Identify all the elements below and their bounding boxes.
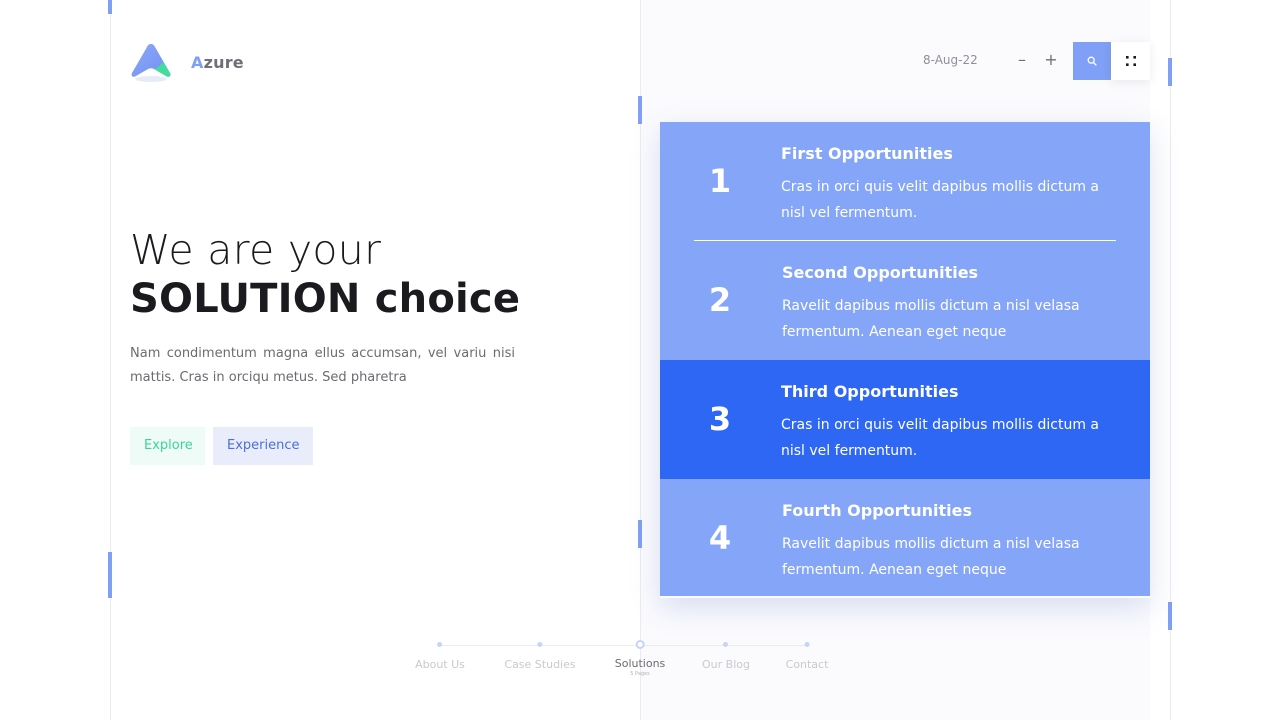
hero-description: Nam condimentum magna ellus accumsan, ve… <box>130 346 515 385</box>
bottom-nav-case-studies[interactable]: Case Studies <box>504 640 576 671</box>
bottom-nav-label: About Us <box>415 658 465 671</box>
opportunity-description: Cras in orci quis velit dapibus mollis d… <box>781 417 1099 459</box>
opportunity-number: 4 <box>708 519 732 557</box>
nav-dot-active <box>635 640 645 649</box>
accent-bar <box>638 96 642 124</box>
zoom-in-button[interactable]: + <box>1041 50 1061 70</box>
explore-button[interactable]: Explore <box>130 427 205 465</box>
nav-dot <box>537 642 543 647</box>
zoom-out-button[interactable]: – <box>1012 50 1032 70</box>
accent-bar <box>638 520 642 548</box>
bottom-nav-label: Our Blog <box>702 658 750 671</box>
brand-name: Azure <box>191 52 244 72</box>
opportunity-item-4[interactable]: 4 Fourth Opportunities Ravelit dapibus m… <box>660 479 1150 596</box>
accent-bar <box>108 0 112 14</box>
search-button[interactable] <box>1073 42 1111 80</box>
accent-bar <box>1168 58 1172 86</box>
bottom-nav-label: Solutions <box>614 657 666 670</box>
opportunity-description: Ravelit dapibus mollis dictum a nisl vel… <box>782 536 1080 578</box>
azure-logo-icon <box>131 44 171 82</box>
date-label: 8-Aug-22 <box>923 53 978 67</box>
opportunity-item-3[interactable]: 3 Third Opportunities Cras in orci quis … <box>660 360 1150 479</box>
bottom-nav-contact[interactable]: Contact <box>785 640 829 671</box>
menu-button[interactable] <box>1111 42 1150 80</box>
bottom-nav-our-blog[interactable]: Our Blog <box>702 640 750 671</box>
grid-dots-icon <box>1125 56 1136 66</box>
nav-dot <box>804 642 810 647</box>
opportunity-description: Ravelit dapibus mollis dictum a nisl vel… <box>782 298 1080 340</box>
hero-heading-line2: SOLUTION choice <box>130 276 521 322</box>
frame-line-left <box>110 0 111 720</box>
hero-heading-line1: We are your <box>130 226 382 274</box>
opportunity-number: 1 <box>708 162 732 200</box>
opportunity-title: Fourth Opportunities <box>782 501 972 520</box>
bottom-nav-label: Case Studies <box>504 658 576 671</box>
opportunity-title: Second Opportunities <box>782 263 979 282</box>
page: Azure We are your SOLUTION choice Nam co… <box>0 0 1280 720</box>
accent-bar <box>1168 602 1172 630</box>
opportunity-description: Cras in orci quis velit dapibus mollis d… <box>781 179 1099 221</box>
opportunity-number: 2 <box>708 281 732 319</box>
bottom-nav-solutions[interactable]: Solutions 5 Pages <box>614 640 666 677</box>
accent-bar <box>108 552 112 598</box>
opportunity-title: First Opportunities <box>781 144 953 163</box>
bottom-nav-about-us[interactable]: About Us <box>415 640 465 671</box>
opportunity-item-1[interactable]: 1 First Opportunities Cras in orci quis … <box>660 122 1150 241</box>
opportunity-number: 3 <box>708 400 732 438</box>
experience-button[interactable]: Experience <box>213 427 313 465</box>
nav-dot <box>723 642 729 647</box>
opportunity-title: Third Opportunities <box>781 382 959 401</box>
brand-logo[interactable]: Azure <box>130 42 244 82</box>
bottom-nav-sublabel: 5 Pages <box>630 671 650 677</box>
search-icon <box>1087 56 1097 66</box>
opportunities-list: 1 First Opportunities Cras in orci quis … <box>660 122 1150 598</box>
nav-dot <box>437 642 443 647</box>
bottom-nav-label: Contact <box>785 658 829 671</box>
opportunity-item-2[interactable]: 2 Second Opportunities Ravelit dapibus m… <box>660 241 1150 360</box>
